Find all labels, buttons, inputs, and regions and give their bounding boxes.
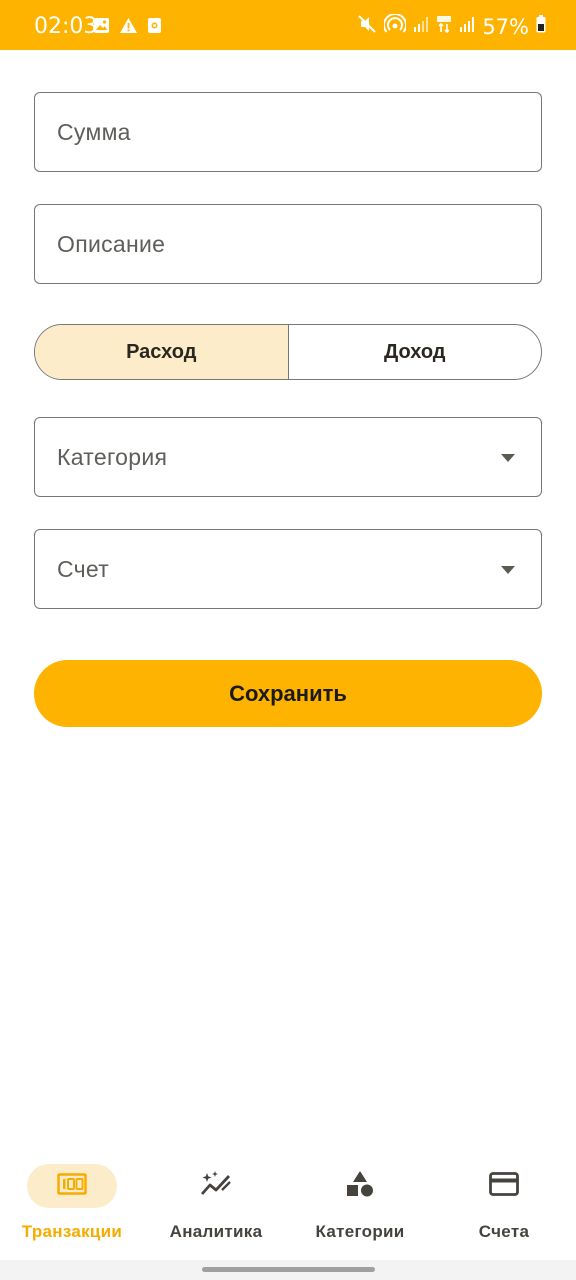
bottom-navigation: Транзакции Аналитика Категории Счета [0, 1150, 576, 1260]
amount-placeholder: Сумма [57, 119, 131, 145]
transactions-icon [57, 1172, 87, 1200]
expense-toggle-button[interactable]: Расход [35, 325, 289, 379]
description-field[interactable]: Описание [34, 204, 542, 284]
dropdown-arrow-icon [501, 566, 515, 574]
card-icon [489, 1171, 519, 1201]
nav-item-accounts[interactable]: Счета [432, 1150, 576, 1260]
screenshot-icon [147, 17, 162, 39]
status-bar: 02:03 57% [0, 0, 576, 50]
account-placeholder: Счет [57, 556, 110, 582]
nav-active-indicator [27, 1164, 117, 1208]
mute-icon [357, 14, 377, 39]
nav-label-accounts: Счета [478, 1222, 530, 1241]
save-button[interactable]: Сохранить [34, 660, 542, 727]
dropdown-arrow-icon [501, 454, 515, 462]
hotspot-icon [383, 13, 408, 39]
nav-item-analytics[interactable]: Аналитика [144, 1150, 288, 1260]
nav-item-transactions[interactable]: Транзакции [0, 1150, 144, 1260]
gesture-handle[interactable] [202, 1267, 375, 1272]
categories-icon [345, 1169, 375, 1204]
transaction-type-toggle: Расход Доход [34, 324, 542, 380]
warning-icon [119, 17, 138, 39]
analytics-icon [200, 1170, 232, 1203]
signal-icon [413, 15, 429, 38]
status-time: 02:03 [34, 14, 98, 39]
nav-item-categories[interactable]: Категории [288, 1150, 432, 1260]
gesture-navigation-bar [0, 1260, 576, 1280]
status-system-icons: 57% [357, 13, 546, 39]
account-dropdown[interactable]: Счет [34, 529, 542, 609]
amount-field[interactable]: Сумма [34, 92, 542, 172]
image-icon [93, 17, 110, 39]
nav-label-categories: Категории [315, 1222, 405, 1241]
nav-label-analytics: Аналитика [169, 1222, 263, 1241]
description-placeholder: Описание [57, 231, 166, 257]
status-notification-icons [93, 17, 162, 39]
battery-icon [536, 15, 546, 38]
signal-icon-2 [459, 15, 475, 38]
income-toggle-button[interactable]: Доход [289, 325, 542, 379]
category-dropdown[interactable]: Категория [34, 417, 542, 497]
network-4g-icon [436, 14, 452, 39]
category-placeholder: Категория [57, 444, 168, 470]
nav-label-transactions: Транзакции [21, 1222, 123, 1241]
battery-percent: 57% [482, 14, 529, 39]
